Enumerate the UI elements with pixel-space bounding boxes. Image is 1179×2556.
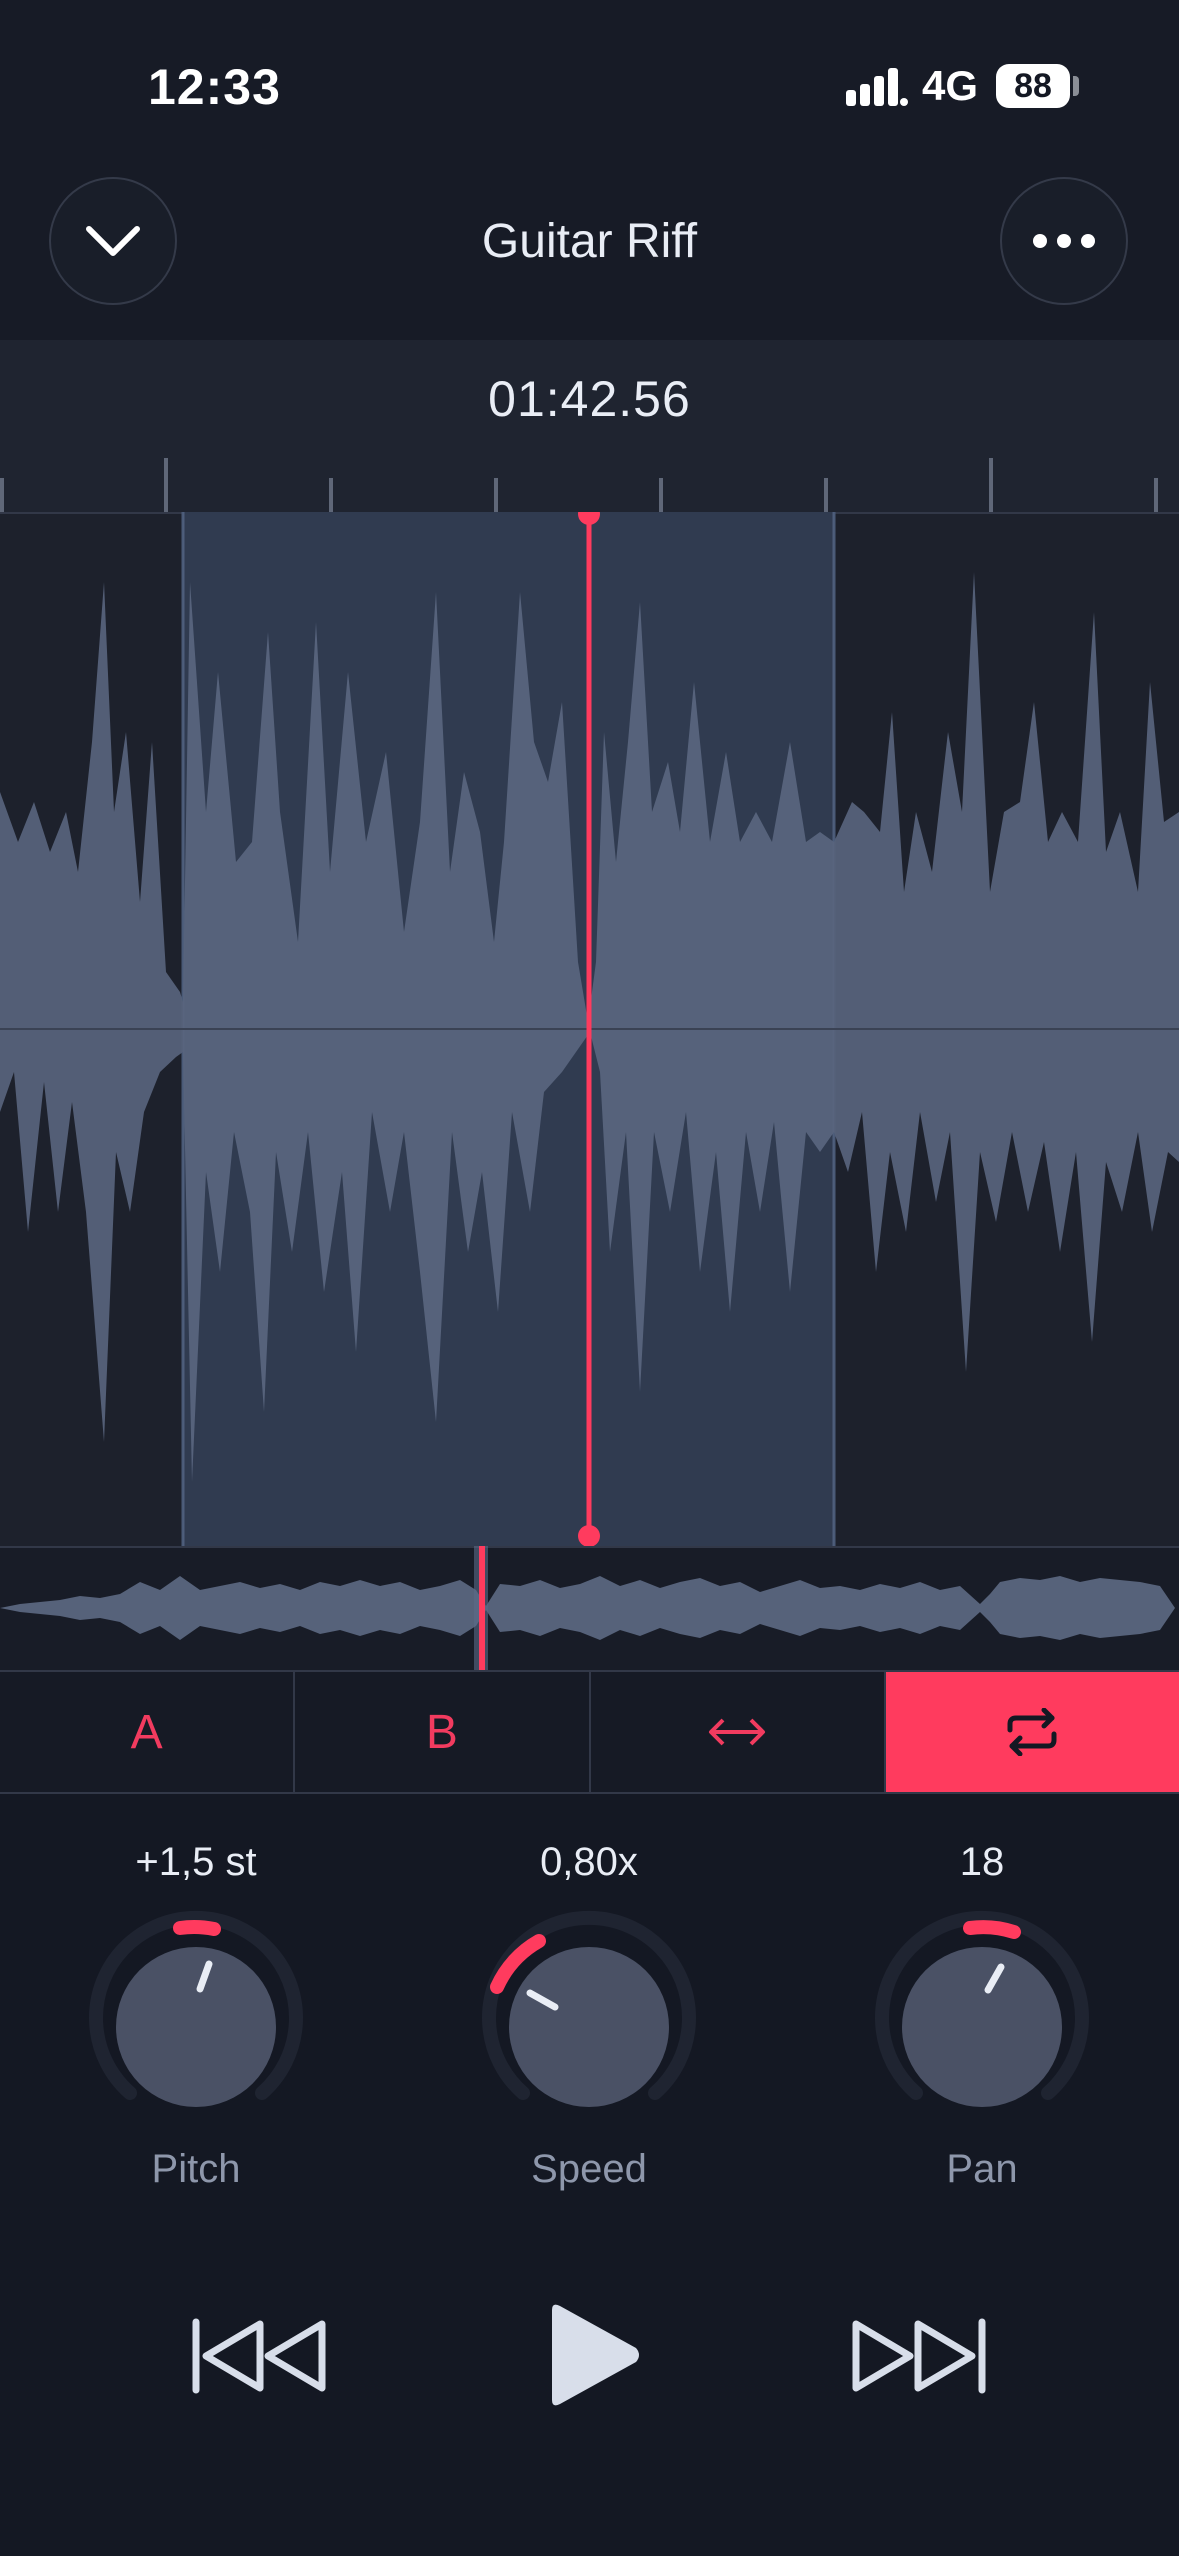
- playhead-handle-bottom: [578, 1525, 600, 1546]
- loop-controls: A B: [0, 1670, 1179, 1794]
- waveform-view[interactable]: [0, 512, 1179, 1546]
- pan-label: Pan: [946, 2147, 1018, 2191]
- b-label: B: [425, 1705, 458, 1759]
- header: Guitar Riff: [0, 170, 1179, 340]
- play-button[interactable]: [544, 2300, 644, 2415]
- play-icon: [552, 2304, 639, 2406]
- pitch-label: Pitch: [151, 2147, 241, 2191]
- status-time: 12:33: [148, 59, 281, 115]
- pan-knob[interactable]: [862, 1907, 1102, 2147]
- speed-label: Speed: [531, 2147, 647, 2191]
- stretch-region-button[interactable]: [591, 1672, 886, 1792]
- overview-playhead: [479, 1546, 485, 1670]
- waveform-graphic: [0, 512, 1179, 1546]
- overview-waveform[interactable]: [0, 1546, 1179, 1670]
- battery-cap: [1073, 76, 1079, 96]
- pan-value: 18: [959, 1840, 1005, 1884]
- loop-toggle-button[interactable]: [885, 1672, 1179, 1792]
- more-icon: [1033, 234, 1095, 248]
- loop-icon: [1007, 1708, 1057, 1756]
- skip-back-icon: [192, 2318, 326, 2394]
- speed-knob[interactable]: [469, 1907, 709, 2147]
- signal-icon: [846, 68, 908, 106]
- network-type: 4G: [922, 62, 979, 109]
- a-label: A: [130, 1705, 163, 1759]
- pitch-knob[interactable]: [76, 1907, 316, 2147]
- ruler-ticks: [0, 458, 1158, 512]
- overview-graphic: [0, 1546, 1175, 1670]
- pitch-value: +1,5 st: [135, 1840, 257, 1884]
- more-options-button[interactable]: [1000, 177, 1128, 305]
- set-a-point-button[interactable]: A: [0, 1672, 296, 1792]
- speed-value: 0,80x: [540, 1840, 638, 1884]
- set-b-point-button[interactable]: B: [295, 1672, 591, 1792]
- pan-knob-group: 18 Pan: [832, 1800, 1132, 2192]
- skip-back-button[interactable]: [192, 2318, 328, 2399]
- speed-knob-group: 0,80x Speed: [439, 1800, 739, 2192]
- swap-arrows-icon: [709, 1718, 766, 1746]
- status-bar: 12:33 4G 88: [0, 0, 1179, 170]
- skip-forward-icon: [852, 2318, 986, 2394]
- battery-level: 88: [996, 64, 1070, 108]
- timeline-ruler[interactable]: 01:42.56: [0, 340, 1179, 512]
- pitch-knob-group: +1,5 st Pitch: [46, 1800, 346, 2192]
- skip-forward-button[interactable]: [850, 2318, 986, 2399]
